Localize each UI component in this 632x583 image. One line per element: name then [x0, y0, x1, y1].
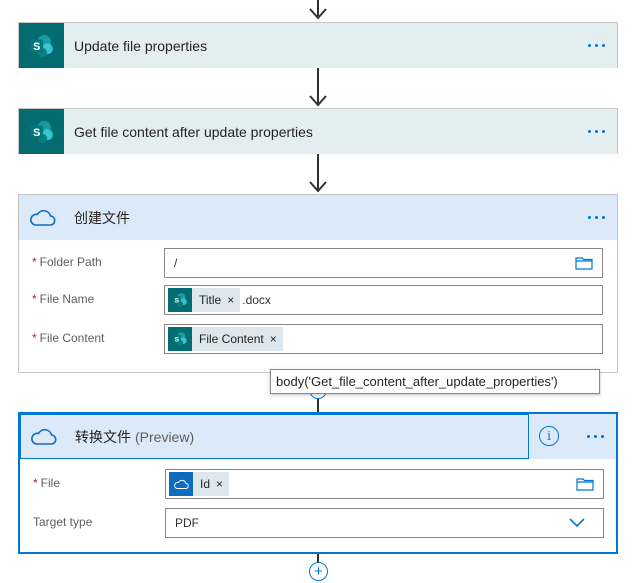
folder-path-row: * Folder Path /	[19, 248, 617, 278]
onedrive-icon	[19, 195, 64, 240]
field-label: * Folder Path	[32, 255, 102, 269]
remove-token-icon[interactable]: ×	[227, 293, 234, 307]
arrow-down-icon	[309, 181, 327, 193]
onedrive-icon	[20, 414, 65, 459]
token-label: Title	[199, 293, 222, 307]
sharepoint-icon	[168, 288, 192, 312]
field-label: * File	[33, 476, 61, 490]
token-label: File Content	[199, 332, 264, 346]
file-content-row: * File Content File Content ×	[19, 324, 617, 354]
token-label: Id	[200, 477, 211, 491]
card-header[interactable]: 创建文件	[19, 195, 617, 240]
card-header[interactable]: 转换文件 (Preview) i	[20, 414, 616, 459]
onedrive-icon	[169, 472, 193, 496]
folder-icon[interactable]	[575, 256, 593, 270]
file-content-input[interactable]: File Content ×	[164, 324, 603, 354]
target-type-select[interactable]: PDF	[165, 508, 604, 538]
arrow-down-icon	[309, 95, 327, 107]
target-type-row: Target type PDF	[20, 508, 616, 538]
sharepoint-icon	[168, 327, 192, 351]
more-icon[interactable]	[588, 207, 605, 227]
card-title: 转换文件 (Preview)	[75, 428, 195, 445]
sharepoint-icon	[19, 109, 64, 154]
flow-canvas: Update file properties Get file content …	[0, 0, 632, 583]
action-card-get-file-content[interactable]: Get file content after update properties	[18, 108, 618, 154]
arrow-down-icon	[309, 8, 327, 20]
folder-icon[interactable]	[576, 477, 594, 491]
action-card-create-file[interactable]: 创建文件 * Folder Path / * File Name Title × .…	[18, 194, 618, 373]
info-icon[interactable]: i	[539, 426, 559, 446]
card-title: Get file content after update properties	[74, 123, 313, 140]
card-header[interactable]: Update file properties	[19, 23, 617, 68]
file-input[interactable]: Id ×	[165, 469, 604, 499]
file-name-input[interactable]: Title × .docx	[164, 285, 603, 315]
field-label: * File Name	[32, 292, 95, 306]
more-icon[interactable]	[588, 35, 605, 55]
file-row: * File Id ×	[20, 469, 616, 499]
dynamic-content-token[interactable]: File Content ×	[168, 327, 283, 351]
action-card-update-file-properties[interactable]: Update file properties	[18, 22, 618, 68]
file-name-suffix: .docx	[242, 293, 271, 307]
action-card-convert-file[interactable]: 转换文件 (Preview) i * File Id × Target type P…	[18, 412, 618, 554]
folder-path-value: /	[174, 256, 178, 270]
sharepoint-icon	[19, 23, 64, 68]
expression-tooltip: body('Get_file_content_after_update_prop…	[270, 369, 600, 394]
card-title: Update file properties	[74, 37, 208, 54]
add-icon[interactable]: +	[309, 562, 328, 581]
more-icon[interactable]	[587, 426, 604, 446]
field-label: * File Content	[32, 331, 105, 345]
chevron-down-icon[interactable]	[569, 518, 585, 528]
file-name-row: * File Name Title × .docx	[19, 285, 617, 315]
remove-token-icon[interactable]: ×	[270, 332, 277, 346]
field-label: Target type	[33, 515, 93, 529]
remove-token-icon[interactable]: ×	[216, 477, 223, 491]
dynamic-content-token[interactable]: Title ×	[168, 288, 241, 312]
folder-path-input[interactable]: /	[164, 248, 603, 278]
target-type-value: PDF	[175, 516, 199, 530]
card-header[interactable]: Get file content after update properties	[19, 109, 617, 154]
more-icon[interactable]	[588, 121, 605, 141]
dynamic-content-token[interactable]: Id ×	[169, 472, 230, 496]
card-title: 创建文件	[74, 209, 130, 226]
